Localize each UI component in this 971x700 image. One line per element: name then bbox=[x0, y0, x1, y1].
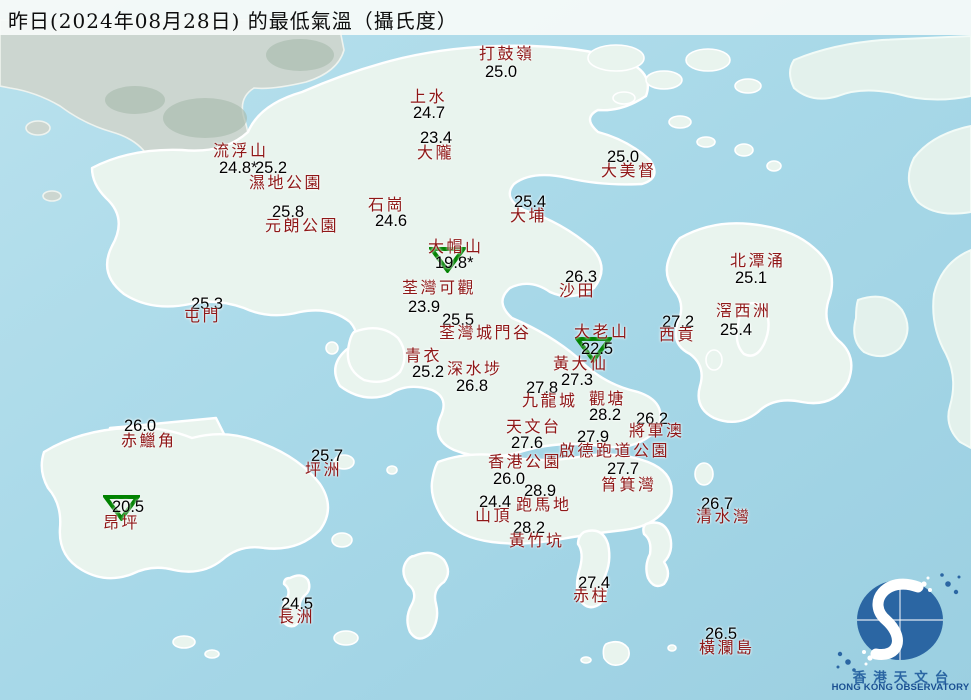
station-name: 荃灣可觀 bbox=[402, 280, 476, 297]
station-name: 香港公園 bbox=[488, 454, 562, 471]
station-name: 沙田 bbox=[559, 283, 596, 300]
station-name: 黃大仙 bbox=[553, 356, 609, 373]
station-name: 將軍澳 bbox=[629, 423, 685, 440]
station-name: 跑馬地 bbox=[516, 497, 572, 514]
station-name: 屯門 bbox=[184, 308, 221, 325]
station-name: 大隴 bbox=[417, 145, 454, 162]
station-name: 昂坪 bbox=[103, 515, 140, 532]
station-name: 青衣 bbox=[405, 348, 442, 365]
station-temp-value: 25.1 bbox=[735, 270, 767, 287]
station-name: 流浮山 bbox=[213, 143, 269, 160]
station-temp-value: 27.6 bbox=[511, 435, 543, 452]
station-temp-value: 26.0 bbox=[493, 471, 525, 488]
station-name: 觀塘 bbox=[589, 391, 626, 408]
station-name: 濕地公園 bbox=[249, 175, 323, 192]
station-name: 打鼓嶺 bbox=[479, 46, 535, 63]
hko-logo-english: HONG KONG OBSERVATORY bbox=[824, 682, 971, 693]
station-name: 山頂 bbox=[475, 508, 512, 525]
station-temp-value: 26.8 bbox=[456, 378, 488, 395]
station-temp-value: 28.2 bbox=[589, 407, 621, 424]
station-name: 清水灣 bbox=[696, 509, 752, 526]
station-name: 滘西洲 bbox=[716, 303, 772, 320]
station-name: 九龍城 bbox=[522, 393, 578, 410]
station-name: 大埔 bbox=[510, 208, 547, 225]
station-name: 元朗公園 bbox=[265, 218, 339, 235]
station-temp-value: 25.2 bbox=[412, 364, 444, 381]
station-temp-value: 24.7 bbox=[413, 105, 445, 122]
station-layer: 25.0打鼓嶺24.7上水23.4大隴25.0大美督24.8*流浮山25.2濕地… bbox=[0, 0, 971, 700]
station-temp-value: 23.9 bbox=[408, 299, 440, 316]
station-name: 橫瀾島 bbox=[699, 640, 755, 657]
station-name: 黃竹坑 bbox=[509, 533, 565, 550]
station-name: 上水 bbox=[410, 89, 447, 106]
station-temp-value: 25.0 bbox=[485, 64, 517, 81]
station-name: 啟德跑道公園 bbox=[559, 443, 670, 460]
station-name: 荃灣城門谷 bbox=[439, 325, 532, 342]
station-name: 天文台 bbox=[506, 419, 562, 436]
station-name: 石崗 bbox=[368, 197, 405, 214]
hko-logo: 香港天文台 HONG KONG OBSERVATORY bbox=[830, 568, 971, 700]
station-temp-value: 25.4 bbox=[720, 322, 752, 339]
station-name: 坪洲 bbox=[305, 462, 342, 479]
station-temp-value: 19.8* bbox=[435, 255, 474, 272]
station-temp-value: 27.3 bbox=[561, 372, 593, 389]
station-name: 長洲 bbox=[278, 609, 315, 626]
station-name: 大帽山 bbox=[428, 239, 484, 256]
station-name: 大老山 bbox=[574, 324, 630, 341]
station-temp-value: 24.6 bbox=[375, 213, 407, 230]
min-temperature-map: 昨日(2024年08月28日) 的最低氣溫（攝氏度） 25.0打鼓嶺24.7上水… bbox=[0, 0, 971, 700]
station-name: 西貢 bbox=[659, 327, 696, 344]
station-name: 深水埗 bbox=[447, 361, 503, 378]
station-name: 大美督 bbox=[601, 163, 657, 180]
station-name: 北潭涌 bbox=[730, 253, 786, 270]
station-name: 筲箕灣 bbox=[601, 477, 657, 494]
station-name: 赤柱 bbox=[573, 588, 610, 605]
station-name: 赤鱲角 bbox=[121, 433, 177, 450]
